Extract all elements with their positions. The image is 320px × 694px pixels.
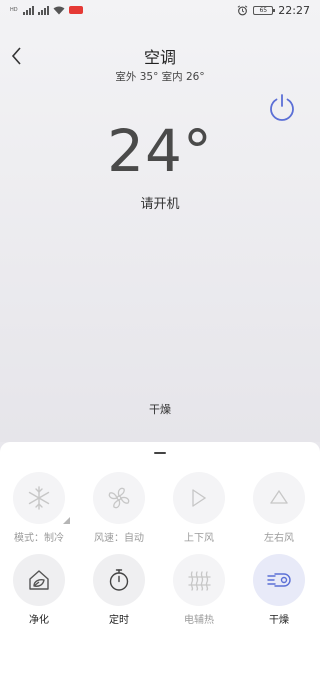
vertical-swing-control[interactable]: 上下风	[169, 472, 229, 544]
purify-icon	[29, 570, 49, 590]
fan-speed-control[interactable]: 风速：自动	[89, 472, 149, 544]
electric-heat-icon	[188, 571, 211, 591]
wifi-icon	[53, 6, 65, 14]
swing-vertical-icon	[192, 489, 207, 507]
timer-button[interactable]	[93, 554, 145, 606]
temperature-readout: 室外 35° 室内 26°	[115, 71, 205, 83]
ac-display-area: HD 65 22:27 空调 室外 35° 室内 26° 24° 请开机 干燥	[0, 0, 320, 442]
purify-label: 净化	[29, 615, 49, 626]
signal-label: HD	[10, 6, 18, 13]
status-bar: HD 65 22:27	[0, 0, 320, 24]
purify-control[interactable]: 净化	[9, 554, 69, 626]
expand-corner-icon	[63, 517, 70, 524]
target-temperature: 24°	[107, 117, 213, 185]
electric-heat-label: 电辅热	[184, 615, 214, 626]
current-mode-label: 干燥	[149, 403, 171, 416]
dry-label: 干燥	[269, 615, 289, 626]
vertical-swing-label: 上下风	[184, 533, 214, 544]
control-panel: 模式：制冷 风速：自动 上下风 左右风 净化 定时 电辅热 干燥	[0, 442, 320, 694]
electric-heat-control[interactable]: 电辅热	[169, 554, 229, 626]
clock: 22:27	[278, 4, 310, 17]
dry-icon	[267, 573, 291, 587]
mode-control[interactable]: 模式：制冷	[9, 472, 70, 544]
horizontal-swing-control[interactable]: 左右风	[249, 472, 309, 544]
mode-label: 模式：制冷	[14, 533, 64, 544]
signal-icon	[22, 5, 34, 15]
fan-icon	[108, 487, 130, 509]
notification-badge-icon	[68, 6, 83, 14]
horizontal-swing-button[interactable]	[253, 472, 305, 524]
purify-button[interactable]	[13, 554, 65, 606]
drag-handle[interactable]	[154, 452, 166, 454]
power-on-hint: 请开机	[140, 197, 180, 212]
dry-control[interactable]: 干燥	[249, 554, 309, 626]
battery-icon: 65	[253, 6, 276, 15]
vertical-swing-button[interactable]	[173, 472, 225, 524]
fan-speed-button[interactable]	[93, 472, 145, 524]
mode-button[interactable]	[13, 472, 70, 524]
horizontal-swing-label: 左右风	[264, 533, 294, 544]
timer-icon	[109, 569, 129, 591]
swing-horizontal-icon	[270, 489, 288, 504]
page-title: 空调	[143, 48, 176, 67]
dry-button[interactable]	[253, 554, 305, 606]
fan-speed-label: 风速：自动	[94, 533, 144, 544]
status-left: HD	[10, 5, 83, 15]
signal-icon-2	[37, 5, 49, 15]
alarm-icon	[237, 5, 248, 16]
snowflake-icon	[28, 486, 50, 510]
timer-control[interactable]: 定时	[89, 554, 149, 626]
status-right: 65 22:27	[237, 4, 310, 17]
timer-label: 定时	[109, 615, 129, 626]
electric-heat-button[interactable]	[173, 554, 225, 606]
